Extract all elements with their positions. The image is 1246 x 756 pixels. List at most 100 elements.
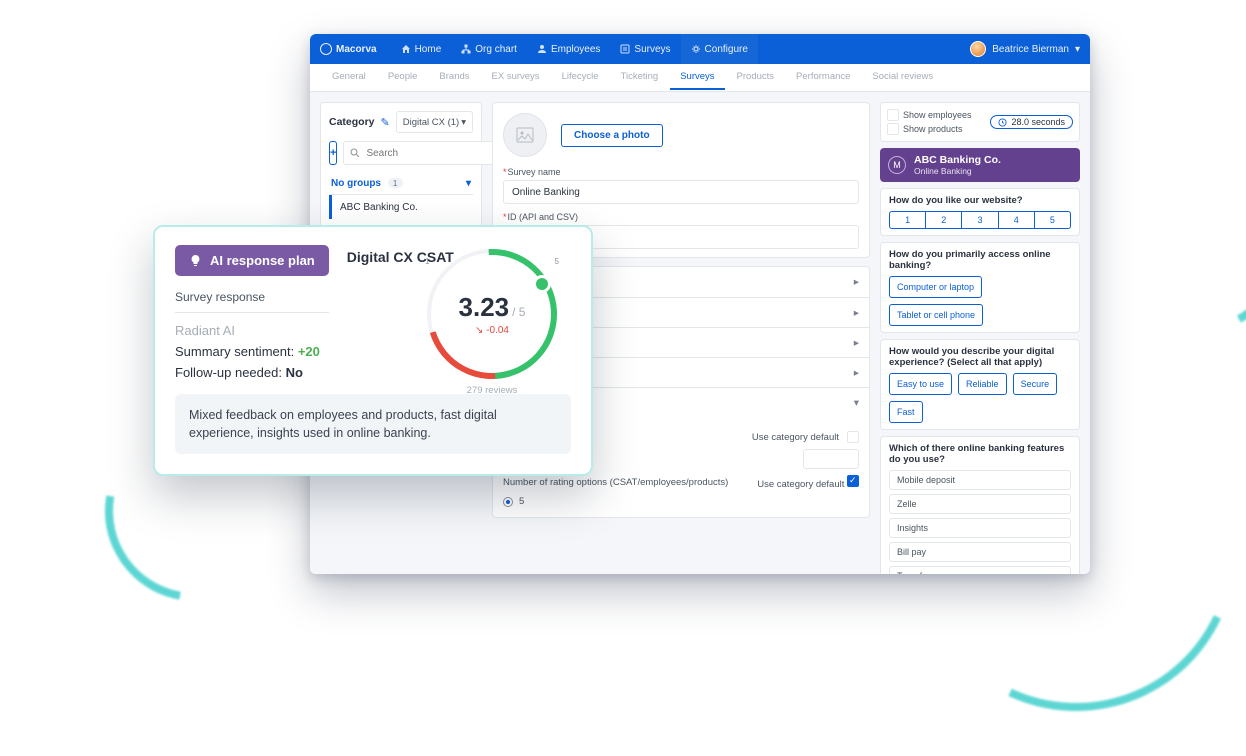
clock-icon [998,118,1007,127]
groups-header-label: No groups [331,178,381,189]
divider [175,312,329,313]
home-icon [401,44,411,54]
q3-opt-2[interactable]: Secure [1013,373,1058,395]
scale-5[interactable]: 5 [1035,212,1070,228]
show-emp-check[interactable]: Show employees [887,109,972,121]
nav-orgchart-label: Org chart [475,44,517,55]
duration-text: 28.0 seconds [1011,117,1065,127]
rating-opts-5-radio[interactable] [503,497,513,507]
tab-ticketing[interactable]: Ticketing [611,65,669,90]
scale-2[interactable]: 2 [926,212,962,228]
image-icon [515,125,535,145]
add-button[interactable]: + [329,141,337,165]
show-prod-check[interactable]: Show products [887,123,972,135]
ai-brand: Radiant AI [175,323,329,338]
q1-scale: 1 2 3 4 5 [889,211,1071,229]
gauge-reviews: 279 reviews [407,385,577,396]
tab-surveys[interactable]: Surveys [670,65,724,90]
search-icon [350,148,360,158]
search-field[interactable] [364,147,500,160]
q1-text: How do you like our website? [889,195,1071,206]
chevron-right-icon: ▸ [854,276,859,288]
surveys-icon [620,44,630,54]
scale-1[interactable]: 1 [890,212,926,228]
orgchart-icon [461,44,471,54]
q3-opt-3[interactable]: Fast [889,401,923,423]
nav-home-label: Home [415,44,442,55]
gauge-tick-min: 1 [425,257,429,266]
q3-text: How would you describe your digital expe… [889,346,1071,368]
rating-opts-5-label: 5 [519,496,524,507]
q2-opt-0[interactable]: Computer or laptop [889,276,982,298]
ai-summary: Mixed feedback on employees and products… [175,394,571,454]
survey-preview-header: M ABC Banking Co. Online Banking [880,148,1080,182]
brand[interactable]: Macorva [320,43,377,55]
q2-opt-1[interactable]: Tablet or cell phone [889,304,983,326]
q4-opt-4[interactable]: Transfers [889,566,1071,574]
survey-name-input[interactable]: Online Banking [503,180,859,204]
preview-toolbar: Show employees Show products 28.0 second… [880,102,1080,142]
groups-header[interactable]: No groups 1 ▾ [329,173,473,195]
gauge-of: / 5 [512,305,525,319]
use-default-checkbox-2[interactable] [847,475,859,487]
q2: How do you primarily access online banki… [880,242,1080,333]
nav-surveys[interactable]: Surveys [610,34,680,64]
q4-opt-1[interactable]: Zelle [889,494,1071,514]
gauge-value: 3.23 [459,292,510,322]
configure-icon [691,44,701,54]
top-nav: Macorva Home Org chart Employees Surveys… [310,34,1090,64]
ai-response-plan-button[interactable]: AI response plan [175,245,329,276]
tab-products[interactable]: Products [727,65,785,90]
ai-sentiment-value: +20 [298,344,320,359]
category-select-value: Digital CX (1) [403,117,460,128]
q3-opt-0[interactable]: Easy to use [889,373,952,395]
ai-response-card: AI response plan Survey response Radiant… [153,225,593,476]
brand-name: Macorva [336,44,377,55]
category-select[interactable]: Digital CX (1) ▾ [396,111,473,133]
survey-logo-icon: M [888,156,906,174]
tab-lifecycle[interactable]: Lifecycle [552,65,609,90]
use-default-checkbox[interactable] [847,431,859,443]
group-item[interactable]: ABC Banking Co. [329,195,473,219]
nav-configure-label: Configure [705,44,748,55]
ai-followup: Follow-up needed: No [175,365,329,380]
q4-text: Which of there online banking features d… [889,443,1071,465]
q4-opt-0[interactable]: Mobile deposit [889,470,1071,490]
sub-nav: General People Brands EX surveys Lifecyc… [310,64,1090,92]
nav-employees-label: Employees [551,44,600,55]
q3-opt-1[interactable]: Reliable [958,373,1007,395]
edit-icon[interactable]: ✎ [381,116,390,129]
tab-general[interactable]: General [322,65,376,90]
q1: How do you like our website? 1 2 3 4 5 [880,188,1080,236]
duration-indicator: 28.0 seconds [990,115,1073,129]
nav-orgchart[interactable]: Org chart [451,34,527,64]
chevron-down-icon: ▾ [854,397,859,409]
use-default-label: Use category default [752,432,839,443]
q4-opt-3[interactable]: Bill pay [889,542,1071,562]
gauge-delta: ↘ -0.04 [475,325,509,336]
chevron-right-icon: ▸ [854,337,859,349]
rating-opts-label: Number of rating options (CSAT/employees… [503,477,728,488]
primary-nav: Home Org chart Employees Surveys Configu… [391,34,758,64]
id-label: ID (API and CSV) [493,212,869,225]
tab-brands[interactable]: Brands [429,65,479,90]
scale-4[interactable]: 4 [999,212,1035,228]
employees-icon [537,44,547,54]
tab-ex-surveys[interactable]: EX surveys [482,65,550,90]
ai-sentiment: Summary sentiment: +20 [175,344,329,359]
tab-people[interactable]: People [378,65,428,90]
tab-performance[interactable]: Performance [786,65,860,90]
nav-home[interactable]: Home [391,34,452,64]
scale-3[interactable]: 3 [962,212,998,228]
ai-section-label: Survey response [175,290,329,304]
choose-photo-button[interactable]: Choose a photo [561,124,663,147]
nav-employees[interactable]: Employees [527,34,610,64]
chevron-right-icon: ▸ [854,367,859,379]
q4-opt-2[interactable]: Insights [889,518,1071,538]
nav-configure[interactable]: Configure [681,34,758,64]
avatar [970,41,986,57]
search-input[interactable] [343,141,507,165]
duration-input[interactable] [803,449,859,469]
tab-social[interactable]: Social reviews [862,65,943,90]
user-menu[interactable]: Beatrice Bierman ▾ [970,41,1080,57]
